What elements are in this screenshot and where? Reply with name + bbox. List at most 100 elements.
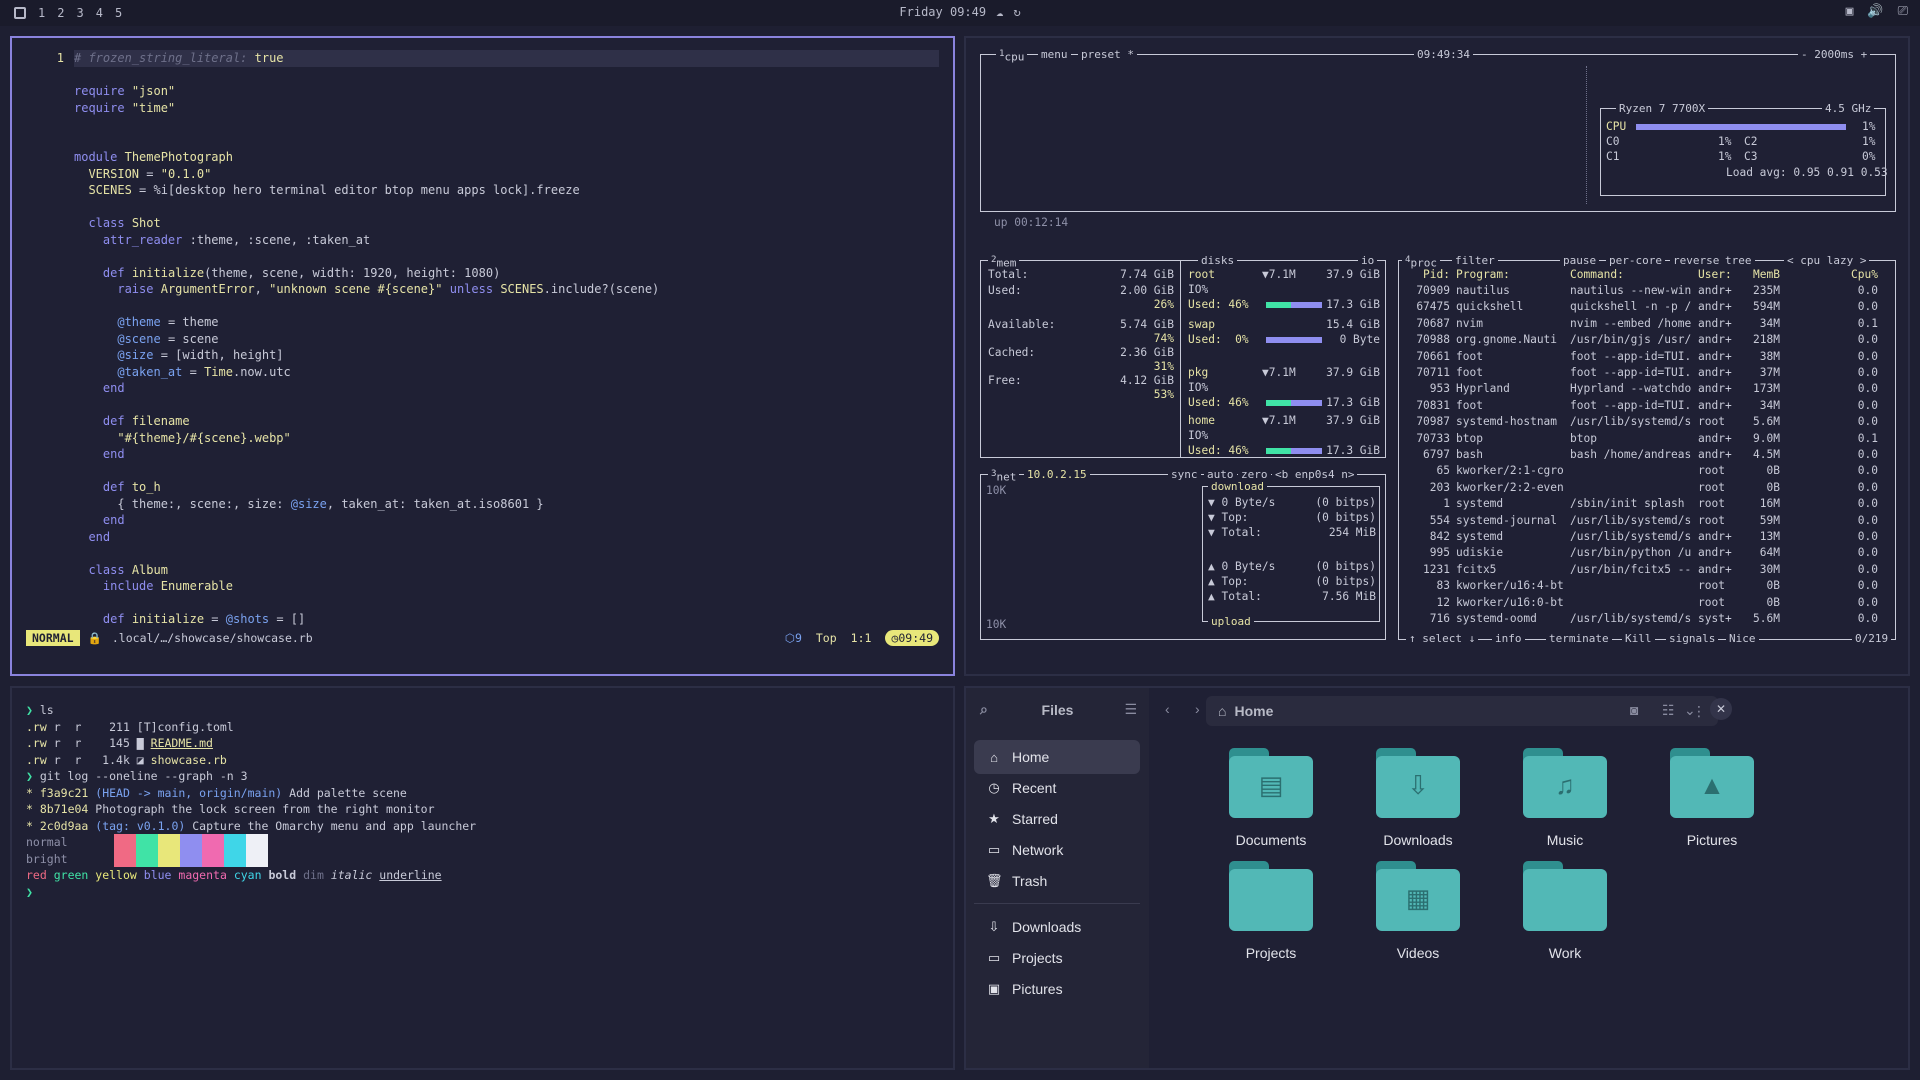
- folder-projects[interactable]: Projects: [1201, 861, 1341, 961]
- proc-header-cmd[interactable]: Command:: [1570, 268, 1696, 283]
- code-line[interactable]: VERSION = "0.1.0": [12, 166, 953, 183]
- editor-window[interactable]: 1 # frozen_string_literal: true require "j…: [10, 36, 955, 676]
- code-line[interactable]: def initialize = @shots = []: [12, 611, 953, 628]
- terminal-window[interactable]: ❯ ls .rw r r 211 [T]config.toml .rw r r 14…: [10, 686, 955, 1070]
- proc-sort[interactable]: < cpu lazy >: [1784, 254, 1870, 267]
- code-line[interactable]: def to_h: [12, 479, 953, 496]
- code-line[interactable]: class Shot: [12, 215, 953, 232]
- proc-tree[interactable]: tree: [1722, 254, 1755, 267]
- proc-filter[interactable]: filter: [1452, 254, 1498, 267]
- code-line[interactable]: module ThemePhotograph: [12, 149, 953, 166]
- proc-select[interactable]: ↑ select ↓: [1406, 632, 1479, 645]
- sidebar-item-starred[interactable]: ★ Starred: [974, 802, 1140, 836]
- proc-pause[interactable]: pause: [1560, 254, 1600, 267]
- sidebar-item-projects[interactable]: ▭ Projects: [974, 941, 1140, 975]
- proc-header-prog[interactable]: Program:: [1456, 268, 1568, 283]
- proc-kill[interactable]: Kill: [1622, 632, 1655, 645]
- code-line[interactable]: @scene = scene: [12, 331, 953, 348]
- code-line[interactable]: def filename: [12, 413, 953, 430]
- net-sync[interactable]: sync: [1168, 468, 1201, 481]
- code-line[interactable]: include Enumerable: [12, 578, 953, 595]
- code-line[interactable]: end: [12, 529, 953, 546]
- code-line[interactable]: require "json": [12, 83, 953, 100]
- code-line[interactable]: end: [12, 512, 953, 529]
- code-line[interactable]: [12, 248, 953, 265]
- refresh-icon[interactable]: ↻: [1013, 5, 1020, 19]
- io-tab[interactable]: io: [1358, 254, 1378, 267]
- sidebar-item-downloads[interactable]: ⇩ Downloads: [974, 910, 1140, 944]
- volume-icon[interactable]: 🔊: [1867, 4, 1883, 19]
- code-line[interactable]: [12, 133, 953, 150]
- proc-info[interactable]: info: [1492, 632, 1525, 645]
- clock[interactable]: Friday 09:49 ☁ ↻: [0, 5, 1920, 19]
- close-icon[interactable]: ✕: [1710, 698, 1732, 720]
- sidebar-item-home[interactable]: ⌂ Home: [974, 740, 1140, 774]
- recent-icon: ◷: [988, 780, 1000, 795]
- code-line[interactable]: { theme:, scene:, size: @size, taken_at:…: [12, 496, 953, 513]
- folder-music[interactable]: ♫ Music: [1495, 748, 1635, 848]
- cpu-tab[interactable]: 1cpu: [996, 48, 1028, 64]
- terminal-output[interactable]: ❯ ls .rw r r 211 [T]config.toml .rw r r 14…: [26, 702, 939, 834]
- preset-tab[interactable]: preset *: [1078, 48, 1137, 61]
- proc-header-cpu[interactable]: Cpu%: [1838, 268, 1878, 283]
- folder-downloads[interactable]: ⇩ Downloads: [1348, 748, 1488, 848]
- proc-header-user[interactable]: User:: [1698, 268, 1742, 283]
- folder-documents[interactable]: ▤ Documents: [1201, 748, 1341, 848]
- sidebar-item-recent[interactable]: ◷ Recent: [974, 771, 1140, 805]
- view-options-icon[interactable]: ⌄: [1684, 702, 1696, 719]
- folder-pictures[interactable]: ▲ Pictures: [1642, 748, 1782, 848]
- code-line[interactable]: [12, 595, 953, 612]
- code-line[interactable]: end: [12, 380, 953, 397]
- proc-header-mem[interactable]: MemB: [1744, 268, 1780, 283]
- net-tab[interactable]: 3net: [988, 468, 1020, 484]
- prompt[interactable]: ❯: [26, 884, 939, 901]
- code-line[interactable]: def initialize(theme, scene, width: 1920…: [12, 265, 953, 282]
- menu-tab[interactable]: menu: [1038, 48, 1071, 61]
- proc-terminate[interactable]: terminate: [1546, 632, 1612, 645]
- display-icon[interactable]: ⎚: [1898, 4, 1908, 19]
- code-line[interactable]: [12, 298, 953, 315]
- sidebar-item-trash[interactable]: 🗑 Trash: [974, 864, 1140, 898]
- cloud-icon[interactable]: ☁: [996, 5, 1003, 19]
- update-interval[interactable]: - 2000ms +: [1798, 48, 1871, 61]
- screenshot-icon[interactable]: ◙: [1630, 702, 1638, 718]
- code-line[interactable]: 1 # frozen_string_literal: true: [12, 50, 953, 67]
- code-line[interactable]: end: [12, 446, 953, 463]
- code-line[interactable]: [12, 67, 953, 84]
- menu-icon[interactable]: ☰: [1124, 701, 1137, 718]
- folder-videos[interactable]: ▦ Videos: [1348, 861, 1488, 961]
- code-line[interactable]: [12, 116, 953, 133]
- proc-nice[interactable]: Nice: [1726, 632, 1759, 645]
- code-line[interactable]: SCENES = %i[desktop hero terminal editor…: [12, 182, 953, 199]
- code-line[interactable]: [12, 397, 953, 414]
- code-line[interactable]: class Album: [12, 562, 953, 579]
- view-list-icon[interactable]: ☷: [1662, 702, 1675, 719]
- location-bar[interactable]: ⌂ Home ⋮: [1206, 696, 1718, 726]
- proc-header-pid[interactable]: Pid:: [1404, 268, 1450, 283]
- net-interface[interactable]: <b enp0s4 n>: [1272, 468, 1358, 481]
- code-line[interactable]: @taken_at = Time.now.utc: [12, 364, 953, 381]
- code-line[interactable]: [12, 199, 953, 216]
- code-line[interactable]: [12, 463, 953, 480]
- code-line[interactable]: "#{theme}/#{scene}.webp": [12, 430, 953, 447]
- folder-work[interactable]: Work: [1495, 861, 1635, 961]
- btop-window[interactable]: 1cpu menu preset * 09:49:34 - 2000ms + u…: [964, 36, 1910, 676]
- disks-tab[interactable]: disks: [1198, 254, 1238, 267]
- search-icon[interactable]: ⌕: [980, 701, 988, 718]
- sidebar-item-network[interactable]: ▭ Network: [974, 833, 1140, 867]
- code-line[interactable]: @theme = theme: [12, 314, 953, 331]
- editor-buffer[interactable]: 1 # frozen_string_literal: true require "j…: [12, 50, 953, 628]
- screen-icon[interactable]: ▣: [1846, 4, 1854, 19]
- proc-reverse[interactable]: reverse: [1670, 254, 1723, 267]
- code-line[interactable]: @size = [width, height]: [12, 347, 953, 364]
- files-window[interactable]: ⌕ Files ☰ ⌂ Home ◷ Recent ★ Starred ▭ Network 🗑 T…: [964, 686, 1910, 1070]
- forward-icon[interactable]: ›: [1195, 701, 1200, 717]
- code-line[interactable]: raise ArgumentError, "unknown scene #{sc…: [12, 281, 953, 298]
- sidebar-item-pictures[interactable]: ▣ Pictures: [974, 972, 1140, 1006]
- code-line[interactable]: attr_reader :theme, :scene, :taken_at: [12, 232, 953, 249]
- code-line[interactable]: require "time": [12, 100, 953, 117]
- code-line[interactable]: [12, 545, 953, 562]
- back-icon[interactable]: ‹: [1165, 701, 1170, 717]
- proc-signals[interactable]: signals: [1666, 632, 1719, 645]
- proc-per-core[interactable]: per-core: [1606, 254, 1665, 267]
